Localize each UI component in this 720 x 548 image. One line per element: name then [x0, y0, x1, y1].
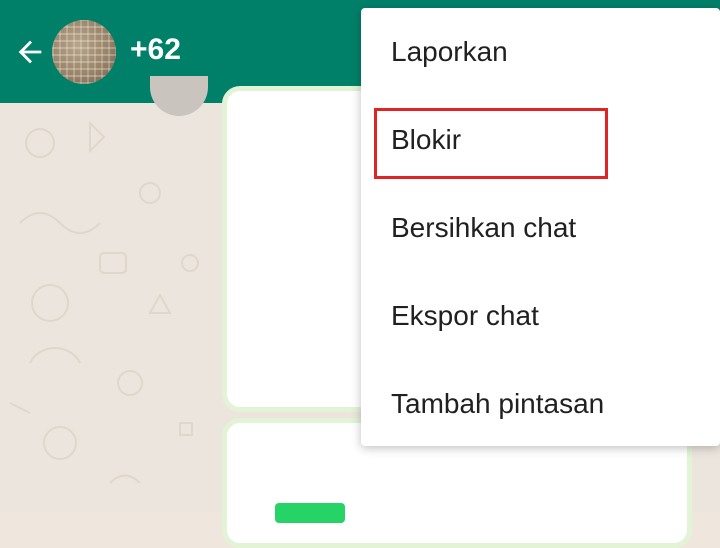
avatar[interactable]	[52, 20, 116, 84]
overflow-menu: Laporkan Blokir Bersihkan chat Ekspor ch…	[361, 8, 720, 446]
menu-item-blokir[interactable]: Blokir	[361, 96, 720, 184]
back-button[interactable]	[10, 30, 50, 74]
menu-item-tambah-pintasan[interactable]: Tambah pintasan	[361, 360, 720, 448]
contact-name[interactable]: +62	[130, 30, 181, 70]
arrow-left-icon	[18, 40, 42, 64]
green-label	[275, 503, 345, 523]
menu-item-ekspor-chat[interactable]: Ekspor chat	[361, 272, 720, 360]
menu-item-laporkan[interactable]: Laporkan	[361, 8, 720, 96]
menu-item-bersihkan-chat[interactable]: Bersihkan chat	[361, 184, 720, 272]
